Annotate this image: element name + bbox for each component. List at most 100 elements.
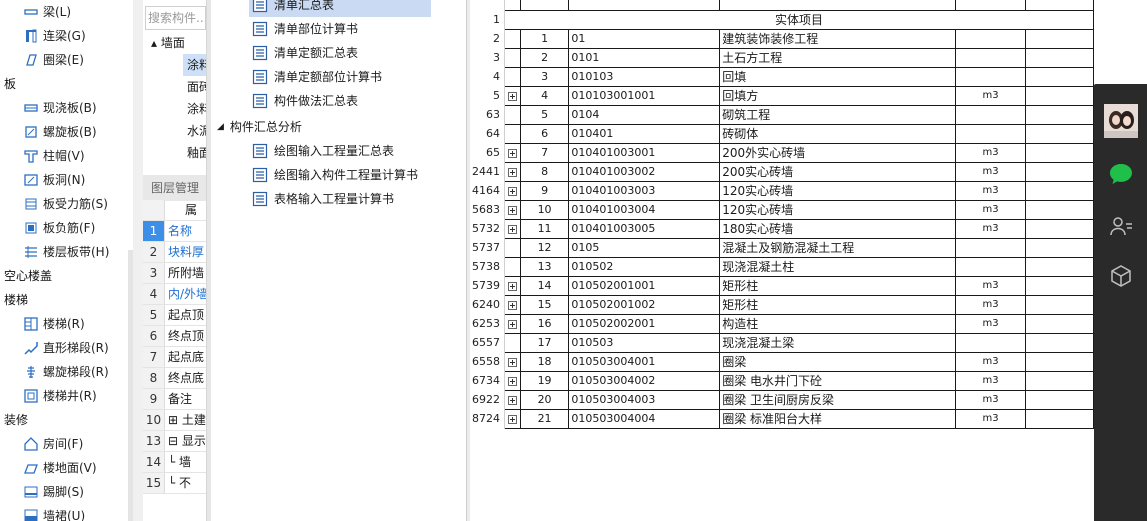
module-item[interactable]: 板洞(N) [0, 168, 132, 192]
expand-plus-icon[interactable] [507, 224, 517, 234]
module-item[interactable]: 墙裙(U) [0, 504, 132, 521]
expand-cell[interactable] [504, 256, 521, 277]
expand-plus-icon[interactable] [507, 414, 517, 424]
cube-icon[interactable] [1107, 262, 1135, 290]
module-group[interactable]: 空心楼盖 [0, 264, 132, 288]
table-row[interactable]: 5739 14 010502001001 矩形柱 m3 [470, 275, 1094, 296]
property-row[interactable]: 3 所附墙 [143, 263, 206, 284]
property-row[interactable]: 14 └ 墙 [143, 452, 206, 473]
table-row[interactable]: 6253 16 010502002001 构造柱 m3 [470, 313, 1094, 334]
expand-cell[interactable] [504, 180, 521, 201]
report-item[interactable]: 构件做法汇总表 [249, 89, 358, 113]
expand-cell[interactable] [504, 28, 521, 49]
expand-cell[interactable] [504, 332, 521, 353]
module-item[interactable]: 踢脚(S) [0, 480, 132, 504]
table-row[interactable]: 63 5 0104 砌筑工程 [470, 104, 1094, 125]
expand-cell[interactable] [504, 123, 521, 144]
expand-cell[interactable] [504, 389, 521, 410]
table-row[interactable]: 65 7 010401003001 200外实心砖墙 m3 [470, 142, 1094, 163]
expand-cell[interactable] [504, 199, 521, 220]
report-group[interactable]: ◢ 构件汇总分析 [217, 115, 302, 139]
module-item[interactable]: 螺旋梯段(R) [0, 360, 132, 384]
expand-plus-icon[interactable] [507, 300, 517, 310]
table-row[interactable]: 5683 10 010401003004 120实心砖墙 m3 [470, 199, 1094, 220]
collapse-caret-icon[interactable]: ◢ [217, 115, 224, 139]
property-row[interactable]: 5 起点顶 [143, 305, 206, 326]
expand-plus-icon[interactable] [507, 319, 517, 329]
report-item[interactable]: 绘图输入构件工程量计算书 [252, 163, 418, 187]
component-tree-item[interactable]: 涂料 [183, 54, 206, 76]
chat-icon[interactable] [1107, 160, 1135, 188]
expand-cell[interactable] [504, 66, 521, 87]
expand-plus-icon[interactable] [507, 376, 517, 386]
module-group[interactable]: 楼梯 [0, 288, 132, 312]
table-row[interactable]: 6734 19 010503004002 圈梁 电水井门下砼 m3 [470, 370, 1094, 391]
expand-cell[interactable] [504, 161, 521, 182]
expand-plus-icon[interactable] [507, 186, 517, 196]
module-item[interactable]: 板受力筋(S) [0, 192, 132, 216]
table-row[interactable]: 4164 9 010401003003 120实心砖墙 m3 [470, 180, 1094, 201]
table-row[interactable]: 8724 21 010503004004 圈梁 标准阳台大样 m3 [470, 408, 1094, 429]
report-item[interactable]: 表格输入工程量计算书 [252, 187, 394, 211]
expand-cell[interactable] [504, 275, 521, 296]
layer-management-tab[interactable]: 图层管理 [143, 175, 206, 201]
property-row[interactable]: 9 备注 [143, 389, 206, 410]
expand-cell[interactable] [504, 104, 521, 125]
table-row[interactable]: 6922 20 010503004003 圈梁 卫生间厨房反梁 m3 [470, 389, 1094, 410]
table-row[interactable]: 2 1 01 建筑装饰装修工程 [470, 28, 1094, 49]
component-tree-item[interactable]: 面砖 [143, 76, 206, 98]
table-row[interactable]: 5732 11 010401003005 180实心砖墙 m3 [470, 218, 1094, 239]
table-row[interactable]: 6558 18 010503004001 圈梁 m3 [470, 351, 1094, 372]
module-item[interactable]: 柱帽(V) [0, 144, 132, 168]
table-row[interactable]: 2441 8 010401003002 200实心砖墙 m3 [470, 161, 1094, 182]
module-item[interactable]: 板负筋(F) [0, 216, 132, 240]
property-row[interactable]: 2 块料厚 [143, 242, 206, 263]
property-row[interactable]: 8 终点底 [143, 368, 206, 389]
row-header[interactable]: 1 [470, 10, 505, 29]
module-item[interactable]: 楼层板带(H) [0, 240, 132, 264]
contacts-icon[interactable] [1107, 212, 1135, 240]
expand-plus-icon[interactable] [507, 148, 517, 158]
component-tree-item[interactable]: ▴ 墙面 [143, 32, 206, 54]
component-search-input[interactable]: 搜索构件... [145, 6, 206, 30]
property-row[interactable]: 7 起点底 [143, 347, 206, 368]
component-tree-item[interactable]: 釉面 [143, 142, 206, 164]
expand-plus-icon[interactable] [507, 281, 517, 291]
expand-plus-icon[interactable] [507, 395, 517, 405]
table-row[interactable]: 6557 17 010503 现浇混凝土梁 [470, 332, 1094, 353]
expand-cell[interactable] [504, 142, 521, 163]
report-item[interactable]: 清单定额部位计算书 [249, 65, 382, 89]
avatar[interactable] [1104, 104, 1138, 138]
expand-cell[interactable] [504, 85, 521, 106]
module-item[interactable]: 螺旋板(B) [0, 120, 132, 144]
module-item[interactable]: 直形梯段(R) [0, 336, 132, 360]
table-row[interactable]: 5737 12 0105 混凝土及钢筋混凝土工程 [470, 237, 1094, 258]
module-item[interactable]: 楼梯(R) [0, 312, 132, 336]
module-item[interactable]: 连梁(G) [0, 24, 132, 48]
expand-plus-icon[interactable] [507, 205, 517, 215]
expand-plus-icon[interactable] [507, 91, 517, 101]
module-item[interactable]: 房间(F) [0, 432, 132, 456]
table-row[interactable]: 64 6 010401 砖砌体 [470, 123, 1094, 144]
panel-splitter[interactable] [133, 0, 143, 521]
expand-cell[interactable] [504, 370, 521, 391]
property-row[interactable]: 10 ⊞ 土建 [143, 410, 206, 431]
expand-cell[interactable] [504, 313, 521, 334]
expand-cell[interactable] [504, 408, 521, 429]
property-row[interactable]: 15 └ 不 [143, 473, 206, 494]
expand-cell[interactable] [504, 218, 521, 239]
property-row[interactable]: 6 终点顶 [143, 326, 206, 347]
module-item[interactable]: 楼地面(V) [0, 456, 132, 480]
module-item[interactable]: 圈梁(E) [0, 48, 132, 72]
module-item[interactable]: 梁(L) [0, 0, 132, 24]
component-tree-item[interactable]: 涂料 [143, 98, 206, 120]
component-tree-item[interactable]: 水泥 [143, 120, 206, 142]
module-group[interactable]: 板 [0, 72, 132, 96]
report-item[interactable]: 清单部位计算书 [249, 17, 358, 41]
table-row[interactable]: 4 3 010103 回填 [470, 66, 1094, 87]
expand-plus-icon[interactable] [507, 167, 517, 177]
property-row[interactable]: 4 内/外墙 [143, 284, 206, 305]
table-row[interactable]: 6240 15 010502001002 矩形柱 m3 [470, 294, 1094, 315]
table-row[interactable]: 3 2 0101 土石方工程 [470, 47, 1094, 68]
report-item[interactable]: 绘图输入工程量汇总表 [252, 139, 394, 163]
